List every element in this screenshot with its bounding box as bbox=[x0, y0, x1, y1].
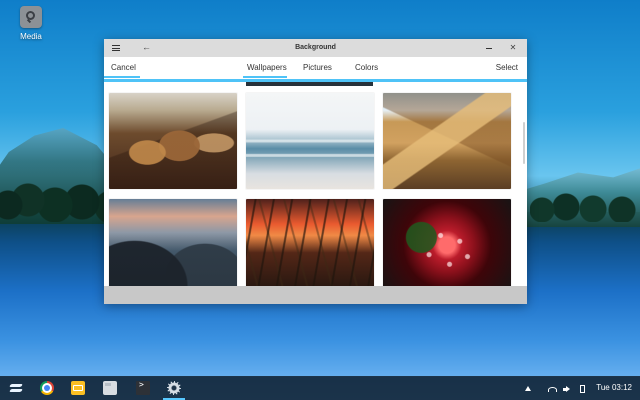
settings-icon[interactable] bbox=[167, 381, 181, 395]
tray-up-icon[interactable] bbox=[524, 385, 532, 393]
back-arrow-icon[interactable]: ← bbox=[142, 43, 151, 52]
minimize-icon[interactable] bbox=[485, 44, 493, 52]
right-trees bbox=[530, 190, 640, 222]
wallpaper-thumbnail-canyon[interactable] bbox=[109, 93, 237, 189]
background-toolbar: Cancel Wallpapers Pictures Colors Select bbox=[104, 57, 527, 82]
cancel-button[interactable]: Cancel bbox=[111, 63, 136, 73]
volume-icon[interactable] bbox=[563, 385, 571, 393]
tab-wallpapers[interactable]: Wallpapers bbox=[247, 63, 287, 73]
tab-colors[interactable]: Colors bbox=[355, 63, 378, 73]
wallpaper-thumbnail-grass-sunset[interactable] bbox=[246, 199, 374, 295]
background-window: ← Background ✕ Cancel Wallpapers Picture… bbox=[104, 39, 527, 304]
wifi-icon[interactable] bbox=[548, 385, 557, 393]
chrome-icon[interactable] bbox=[40, 381, 54, 395]
tab-pictures[interactable]: Pictures bbox=[303, 63, 332, 73]
select-button[interactable]: Select bbox=[496, 63, 518, 73]
wallpaper-thumbnail-desert[interactable] bbox=[383, 93, 511, 189]
window-titlebar: ← Background ✕ bbox=[104, 39, 527, 57]
launcher-icon[interactable] bbox=[9, 381, 23, 395]
terminal-icon[interactable] bbox=[136, 380, 150, 395]
active-tab-indicator bbox=[243, 76, 287, 78]
wallpaper-gallery bbox=[104, 82, 527, 295]
gallery-scrollbar[interactable] bbox=[523, 122, 525, 164]
battery-icon[interactable] bbox=[579, 385, 587, 393]
clock[interactable]: Tue 03:12 bbox=[596, 384, 632, 392]
wallpaper-thumbnail-sea[interactable] bbox=[246, 93, 374, 189]
media-label: Media bbox=[20, 32, 42, 41]
close-icon[interactable]: ✕ bbox=[509, 44, 517, 52]
wallpaper-thumbnail-flower[interactable] bbox=[383, 199, 511, 295]
cancel-underline bbox=[104, 76, 140, 78]
files-icon[interactable] bbox=[103, 381, 117, 395]
media-icon bbox=[20, 6, 42, 28]
desktop: Media ← Background ✕ Cancel Wallpapers P… bbox=[0, 0, 640, 400]
taskbar: Tue 03:12 bbox=[0, 376, 640, 400]
mail-icon[interactable] bbox=[71, 381, 85, 395]
window-title: Background bbox=[295, 44, 336, 51]
wallpaper-thumbnail-mountains[interactable] bbox=[109, 199, 237, 295]
window-bottom-panel bbox=[104, 286, 527, 304]
menu-icon[interactable] bbox=[112, 44, 120, 52]
media-desktop-icon[interactable]: Media bbox=[14, 6, 48, 41]
gallery-top-strip bbox=[246, 82, 373, 86]
